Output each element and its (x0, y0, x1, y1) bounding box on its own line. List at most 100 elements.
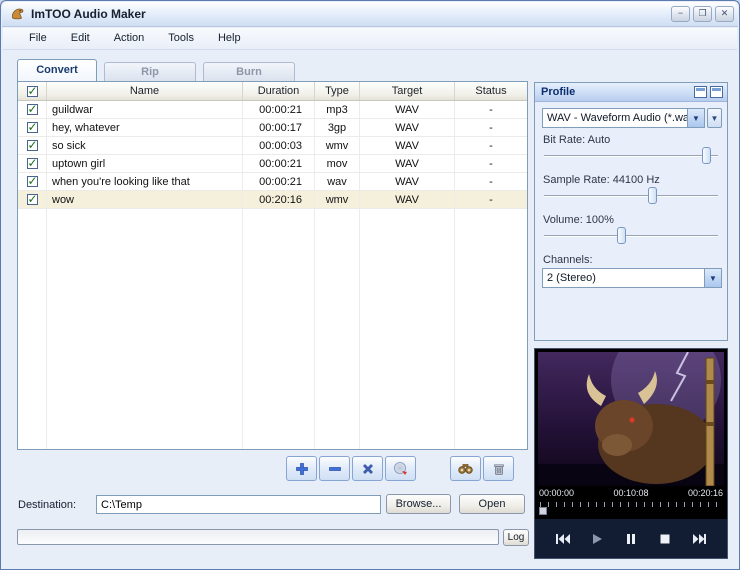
row-checkbox[interactable] (27, 158, 38, 169)
volume-slider[interactable] (544, 227, 718, 245)
tab-strip: Convert Rip Burn (17, 57, 295, 81)
menu-file[interactable]: File (17, 30, 59, 47)
row-name: uptown girl (47, 155, 243, 172)
row-duration: 00:00:21 (243, 173, 315, 190)
profile-title: Profile (541, 86, 691, 98)
bit-rate-slider[interactable] (544, 147, 718, 165)
row-target: WAV (360, 155, 455, 172)
row-status: - (455, 137, 527, 154)
menu-tools[interactable]: Tools (156, 30, 206, 47)
row-status: - (455, 101, 527, 118)
next-button[interactable] (689, 530, 710, 548)
plus-icon (295, 462, 309, 476)
play-button[interactable] (587, 530, 608, 548)
tab-rip[interactable]: Rip (104, 62, 196, 81)
open-button[interactable]: Open (459, 494, 525, 514)
table-row-selected[interactable]: wow 00:20:16 wmv WAV - (18, 191, 527, 209)
slider-thumb[interactable] (702, 147, 711, 164)
table-header: Name Duration Type Target Status (18, 82, 527, 101)
profile-expand-button[interactable]: ▼ (707, 108, 722, 128)
previous-button[interactable] (553, 530, 574, 548)
slider-thumb[interactable] (617, 227, 626, 244)
channels-select[interactable]: 2 (Stereo) ▼ (542, 268, 722, 288)
tab-convert[interactable]: Convert (17, 59, 97, 81)
destination-input[interactable] (96, 495, 381, 514)
add-file-button[interactable] (286, 456, 317, 481)
row-status: - (455, 191, 527, 208)
app-icon (9, 6, 26, 22)
row-type: wav (315, 173, 360, 190)
trash-button[interactable] (483, 456, 514, 481)
clear-list-button[interactable] (352, 456, 383, 481)
slider-thumb[interactable] (648, 187, 657, 204)
select-all-checkbox[interactable] (27, 86, 38, 97)
column-target[interactable]: Target (360, 82, 455, 100)
window-title: ImTOO Audio Maker (31, 7, 668, 21)
row-duration: 00:00:21 (243, 101, 315, 118)
menu-edit[interactable]: Edit (59, 30, 102, 47)
close-icon[interactable]: ✕ (715, 6, 734, 22)
row-name: hey, whatever (47, 119, 243, 136)
table-row[interactable]: so sick 00:00:03 wmv WAV - (18, 137, 527, 155)
column-name[interactable]: Name (47, 82, 243, 100)
progress-bar (17, 529, 499, 545)
row-checkbox[interactable] (27, 104, 38, 115)
browse-button[interactable]: Browse... (386, 494, 451, 514)
row-type: wmv (315, 137, 360, 154)
log-button[interactable]: Log (503, 529, 529, 546)
video-preview (538, 352, 724, 486)
app-window: ImTOO Audio Maker − ❐ ✕ File Edit Action… (0, 0, 740, 570)
row-type: mov (315, 155, 360, 172)
convert-button[interactable] (385, 456, 416, 481)
row-target: WAV (360, 173, 455, 190)
pause-button[interactable] (621, 530, 642, 548)
chevron-down-icon[interactable]: ▼ (687, 109, 704, 127)
row-duration: 00:00:17 (243, 119, 315, 136)
row-name: guildwar (47, 101, 243, 118)
column-status[interactable]: Status (455, 82, 527, 100)
minimize-icon[interactable]: − (671, 6, 690, 22)
row-checkbox[interactable] (27, 140, 38, 151)
row-target: WAV (360, 137, 455, 154)
column-type[interactable]: Type (315, 82, 360, 100)
maximize-icon[interactable]: ❐ (693, 6, 712, 22)
previous-icon (555, 533, 571, 545)
tab-burn[interactable]: Burn (203, 62, 295, 81)
stop-icon (659, 533, 671, 545)
row-duration: 00:00:21 (243, 155, 315, 172)
search-files-button[interactable] (450, 456, 481, 481)
row-checkbox[interactable] (27, 122, 38, 133)
row-target: WAV (360, 191, 455, 208)
chevron-down-icon[interactable]: ▼ (704, 269, 721, 287)
column-duration[interactable]: Duration (243, 82, 315, 100)
row-checkbox[interactable] (27, 176, 38, 187)
time-elapsed: 00:00:00 (539, 488, 574, 500)
row-type: 3gp (315, 119, 360, 136)
seek-bar[interactable] (538, 501, 724, 516)
time-total: 00:20:16 (688, 488, 723, 500)
preview-player: 00:00:00 00:10:08 00:20:16 (534, 348, 728, 559)
remove-file-button[interactable] (319, 456, 350, 481)
table-row[interactable]: guildwar 00:00:21 mp3 WAV - (18, 101, 527, 119)
table-empty-area (18, 209, 527, 449)
detach-panel-icon[interactable] (694, 86, 707, 98)
destination-label: Destination: (18, 499, 76, 511)
row-type: wmv (315, 191, 360, 208)
profile-format-select[interactable]: WAV - Waveform Audio (*.wa ▼ (542, 108, 705, 128)
profile-header: Profile (535, 83, 727, 102)
row-status: - (455, 155, 527, 172)
profile-panel: Profile WAV - Waveform Audio (*.wa ▼ ▼ B… (534, 82, 728, 341)
sample-rate-label: Sample Rate: 44100 Hz (543, 174, 660, 186)
table-row[interactable]: hey, whatever 00:00:17 3gp WAV - (18, 119, 527, 137)
collapse-panel-icon[interactable] (710, 86, 723, 98)
table-row[interactable]: when you're looking like that 00:00:21 w… (18, 173, 527, 191)
menu-help[interactable]: Help (206, 30, 253, 47)
seek-thumb[interactable] (539, 507, 547, 515)
stop-button[interactable] (655, 530, 676, 548)
table-row[interactable]: uptown girl 00:00:21 mov WAV - (18, 155, 527, 173)
menu-action[interactable]: Action (102, 30, 157, 47)
sample-rate-slider[interactable] (544, 187, 718, 205)
cd-convert-icon (393, 461, 409, 476)
channels-value: 2 (Stereo) (543, 269, 704, 287)
row-checkbox[interactable] (27, 194, 38, 205)
